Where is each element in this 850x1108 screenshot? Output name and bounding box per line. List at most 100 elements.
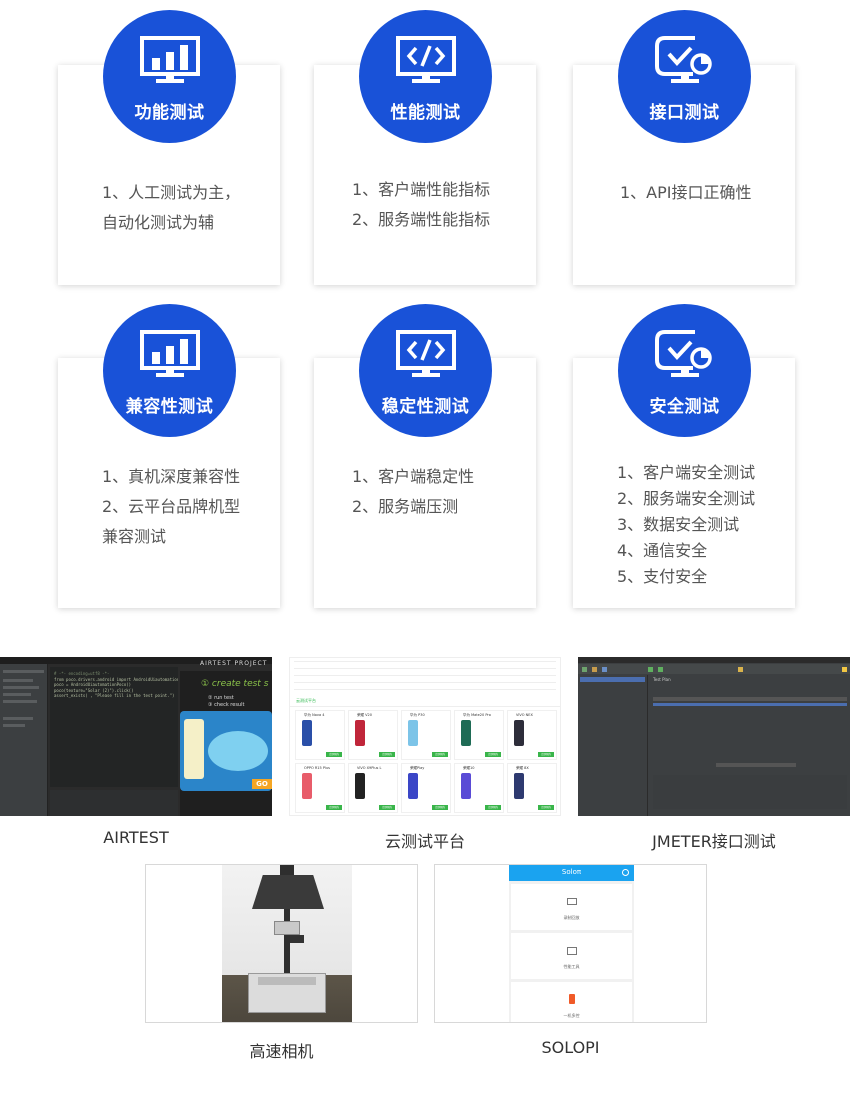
code-line: assert_exists( , "Please fill in the tes… [54,693,175,698]
feature-line: 2、服务端性能指标 [352,210,491,229]
feature-badge-compat: 兼容性测试 [103,304,236,437]
phone-image [514,773,524,799]
solopi-item-perf[interactable]: 性能工具 [511,933,632,979]
feature-lines: 1、客户端安全测试 2、服务端安全测试 3、数据安全测试 4、通信安全 5、支付… [617,460,755,590]
solopi-item-label: 一机多控 [563,1013,580,1018]
phone-card[interactable]: VIVO X9Plus L 立即预约 [348,763,398,813]
feature-lines: 1、API接口正确性 [620,178,752,208]
feature-title: 功能测试 [134,103,205,123]
feature-title: 稳定性测试 [381,397,470,417]
phone-card[interactable]: 荣耀Play 立即预约 [401,763,451,813]
reserve-button[interactable]: 立即预约 [326,805,342,810]
check-monitor-icon [655,330,712,377]
reserve-button[interactable]: 立即预约 [379,805,395,810]
phone-name: OPPO R15 Plus [304,766,330,770]
phone-name: 荣耀 8X [516,766,529,770]
feature-line: 1、真机深度兼容性 [102,467,241,486]
solopi-item-label: 性能工具 [563,964,580,969]
feature-line: 1、客户端性能指标 [352,180,491,199]
reserve-button[interactable]: 立即预约 [538,805,554,810]
bar-chart-monitor-icon [140,330,200,377]
feature-line: 2、服务端压测 [352,497,459,516]
reserve-button[interactable]: 立即预约 [485,805,501,810]
phone-card[interactable]: 荣耀 8X 立即预约 [507,763,557,813]
chart-icon [567,947,577,955]
settings-icon[interactable] [622,869,629,876]
phone-card[interactable]: 华为 Nova 4 立即预约 [295,710,345,760]
phone-image [355,773,365,799]
phone-card[interactable]: VIVO NEX 立即预约 [507,710,557,760]
cloud-tab[interactable]: 云测试平台 [296,698,316,704]
feature-badge-api: 接口测试 [618,10,751,143]
reserve-button[interactable]: 立即预约 [379,752,395,757]
solopi-app: Soloπ 录制回放 性能工具 一机多控 [509,865,634,1022]
solopi-item-record[interactable]: 录制回放 [511,884,632,930]
phone-image [355,720,365,746]
feature-line: 5、支付安全 [617,567,708,586]
go-button[interactable]: GO [252,779,272,789]
feature-line: 2、服务端安全测试 [617,489,756,508]
jmeter-screenshot: Test Plan [578,657,850,816]
feature-lines: 1、人工测试为主， 自动化测试为辅 [102,178,240,238]
phone-name: VIVO X9Plus L [357,766,382,770]
phone-image [302,773,312,799]
tool-caption: AIRTEST [103,828,169,847]
step-check: ③ check result [208,702,245,708]
phone-name: 荣耀 V20 [357,713,372,717]
tool-caption: SOLOPI [541,1038,600,1057]
airtest-project-label: AIRTEST PROJECT [200,660,268,667]
feature-line: 1、API接口正确性 [620,183,752,202]
solopi-title: Soloπ [561,868,582,876]
step-run: ② run test [208,695,234,701]
camera-frame [145,864,418,1023]
feature-badge-stability: 稳定性测试 [359,304,492,437]
feature-line: 3、数据安全测试 [617,515,740,534]
reserve-button[interactable]: 立即预约 [432,752,448,757]
phone-name: VIVO NEX [516,713,533,717]
feature-line: 1、人工测试为主， [102,183,241,202]
solopi-item-multi[interactable]: 一机多控 [511,982,632,1022]
jmeter-title: Test Plan [653,677,671,682]
phone-card[interactable]: 华为 Mate20 Pro 立即预约 [454,710,504,760]
phone-name: 华为 Mate20 Pro [463,713,491,717]
phone-name: 荣耀Play [410,766,425,770]
feature-lines: 1、客户端性能指标 2、服务端性能指标 [352,175,490,235]
feature-line: 1、客户端安全测试 [617,463,756,482]
feature-lines: 1、真机深度兼容性 2、云平台品牌机型 兼容测试 [102,462,240,552]
phone-name: 华为 Nova 4 [304,713,325,717]
phone-image [408,720,418,746]
reserve-button[interactable]: 立即预约 [326,752,342,757]
airtest-screenshot: # -*- encoding=utf8 -*- from poco.driver… [0,657,272,816]
phone-card[interactable]: 荣耀10 立即预约 [454,763,504,813]
phone-card[interactable]: OPPO R15 Plus 立即预约 [295,763,345,813]
feature-title: 接口测试 [649,103,720,123]
tool-caption: JMETER接口测试 [652,832,776,851]
phone-image [408,773,418,799]
phone-icon [569,994,575,1004]
solopi-item-label: 录制回放 [563,915,580,920]
cloud-platform-screenshot: 云测试平台 华为 Nova 4 立即预约 荣耀 V20 立即预约 华为 P30 立即预约华… [289,657,561,816]
phone-image [461,773,471,799]
reserve-button[interactable]: 立即预约 [485,752,501,757]
feature-title: 安全测试 [649,397,720,417]
step-create: ① create test s [201,679,269,689]
reserve-button[interactable]: 立即预约 [432,805,448,810]
code-monitor-icon [396,36,456,83]
phone-card[interactable]: 华为 P30 立即预约 [401,710,451,760]
phone-card[interactable]: 荣耀 V20 立即预约 [348,710,398,760]
phone-image [514,720,524,746]
code-monitor-icon [396,330,456,377]
feature-line: 1、客户端稳定性 [352,467,475,486]
reserve-button[interactable]: 立即预约 [538,752,554,757]
phone-name: 华为 P30 [410,713,425,717]
tool-caption: 高速相机 [249,1042,314,1061]
feature-lines: 1、客户端稳定性 2、服务端压测 [352,462,474,522]
feature-title: 兼容性测试 [125,397,214,417]
phone-name: 荣耀10 [463,766,475,770]
tool-caption: 云测试平台 [384,832,465,851]
feature-line: 4、通信安全 [617,541,708,560]
check-monitor-icon [655,36,712,83]
feature-badge-functional: 功能测试 [103,10,236,143]
phone-grid: 华为 Nova 4 立即预约 荣耀 V20 立即预约 华为 P30 立即预约 华为 Mate… [295,710,557,814]
feature-line: 2、云平台品牌机型 [102,497,241,516]
